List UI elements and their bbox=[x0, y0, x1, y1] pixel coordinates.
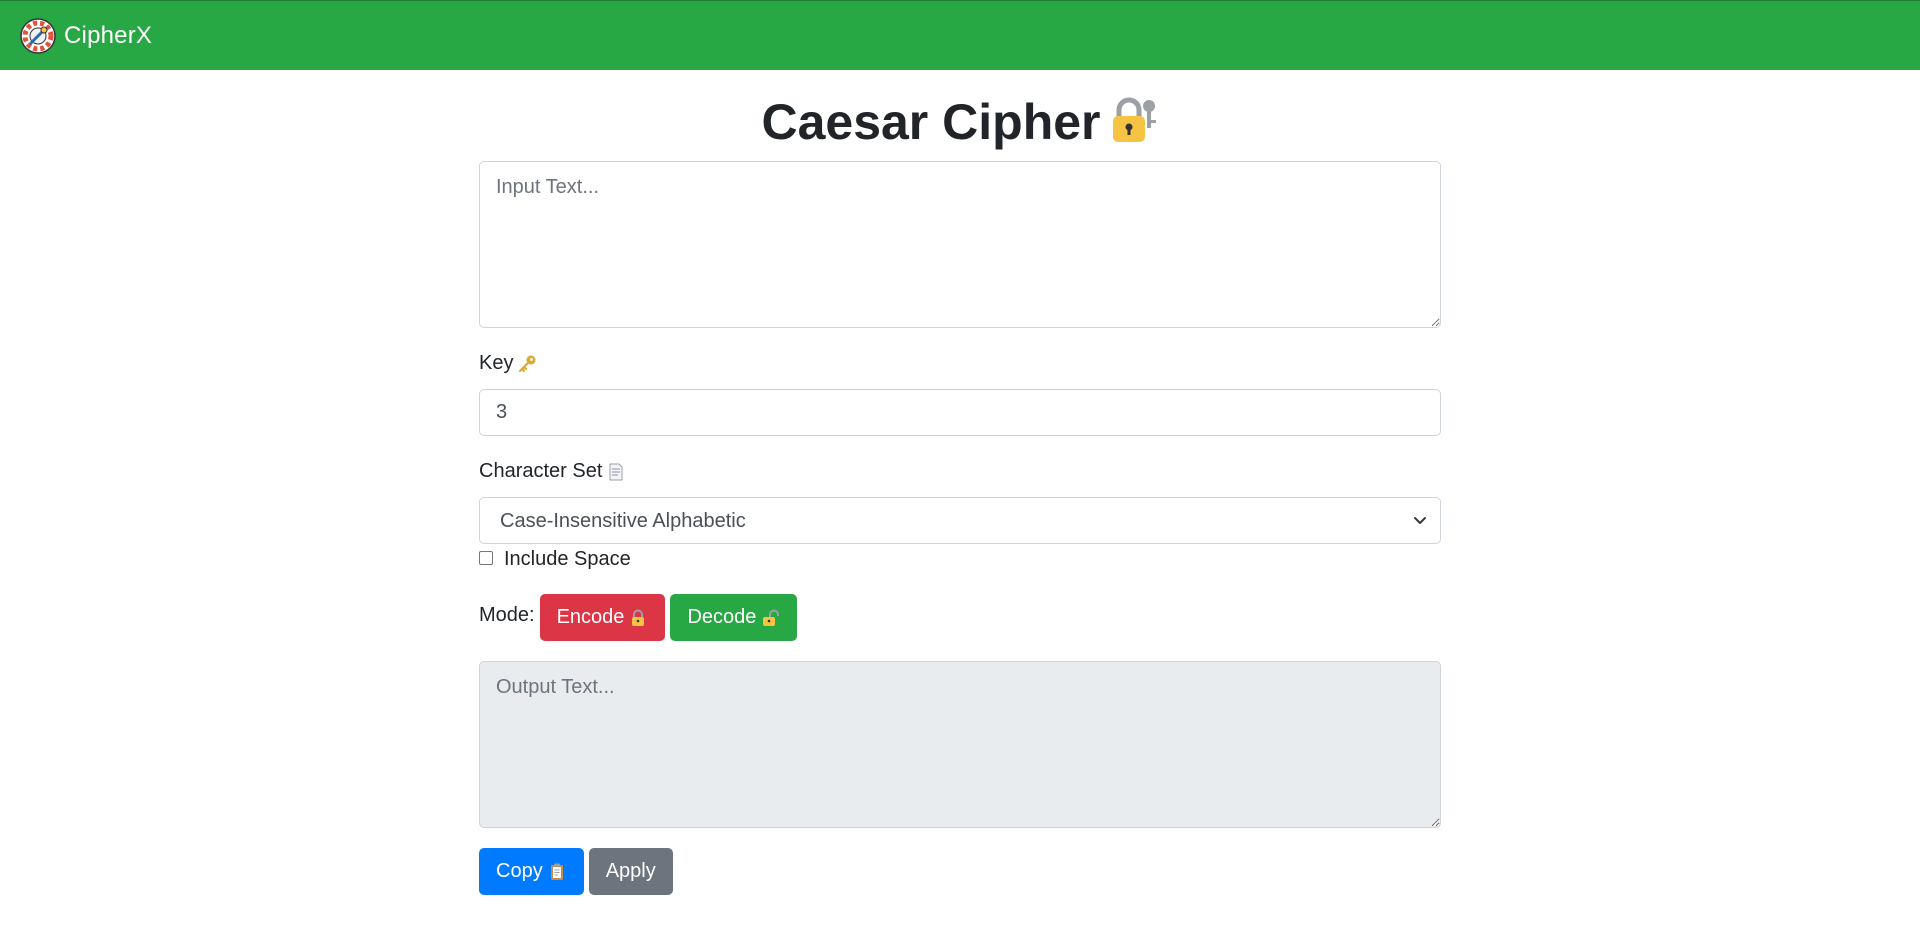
input-text-area[interactable] bbox=[479, 161, 1441, 328]
output-text-area[interactable] bbox=[479, 661, 1441, 828]
encode-button[interactable]: Encode bbox=[539, 594, 666, 641]
include-space-label[interactable]: Include Space bbox=[504, 548, 631, 571]
page-icon bbox=[606, 462, 626, 482]
lock-with-key-icon bbox=[1107, 94, 1159, 146]
unlocked-icon bbox=[760, 608, 780, 628]
navbar: CipherX bbox=[0, 0, 1920, 70]
include-space-checkbox[interactable] bbox=[479, 550, 493, 565]
clipboard-icon bbox=[547, 862, 567, 882]
key-icon bbox=[517, 354, 537, 374]
mode-label: Mode: bbox=[479, 604, 535, 626]
mode-row: Mode: Encode Decode bbox=[479, 594, 798, 641]
include-space-row: Include Space bbox=[479, 548, 631, 571]
page-title: Caesar Cipher bbox=[0, 92, 1920, 152]
encode-button-label: Encode bbox=[556, 606, 625, 628]
chevron-down-icon bbox=[1412, 512, 1428, 528]
brand-name: CipherX bbox=[64, 21, 153, 49]
copy-button[interactable]: Copy bbox=[479, 848, 584, 895]
apply-button[interactable]: Apply bbox=[588, 848, 673, 895]
key-label-text: Key bbox=[479, 352, 514, 374]
locked-icon bbox=[628, 608, 648, 628]
decode-button[interactable]: Decode bbox=[670, 594, 798, 641]
copy-button-label: Copy bbox=[496, 860, 543, 882]
action-row: Copy Apply bbox=[479, 848, 673, 895]
key-label: Key bbox=[479, 352, 537, 375]
charset-select[interactable]: Case-Insensitive Alphabetic bbox=[479, 497, 1441, 544]
decode-button-label: Decode bbox=[687, 606, 757, 628]
brand[interactable]: CipherX bbox=[19, 17, 152, 55]
key-input[interactable] bbox=[479, 389, 1441, 436]
page-title-text: Caesar Cipher bbox=[761, 94, 1101, 150]
charset-label-text: Character Set bbox=[479, 460, 603, 482]
charset-selected-value: Case-Insensitive Alphabetic bbox=[500, 510, 746, 532]
charset-label: Character Set bbox=[479, 460, 626, 483]
cipher-wheel-icon bbox=[19, 17, 57, 55]
apply-button-label: Apply bbox=[605, 860, 656, 882]
